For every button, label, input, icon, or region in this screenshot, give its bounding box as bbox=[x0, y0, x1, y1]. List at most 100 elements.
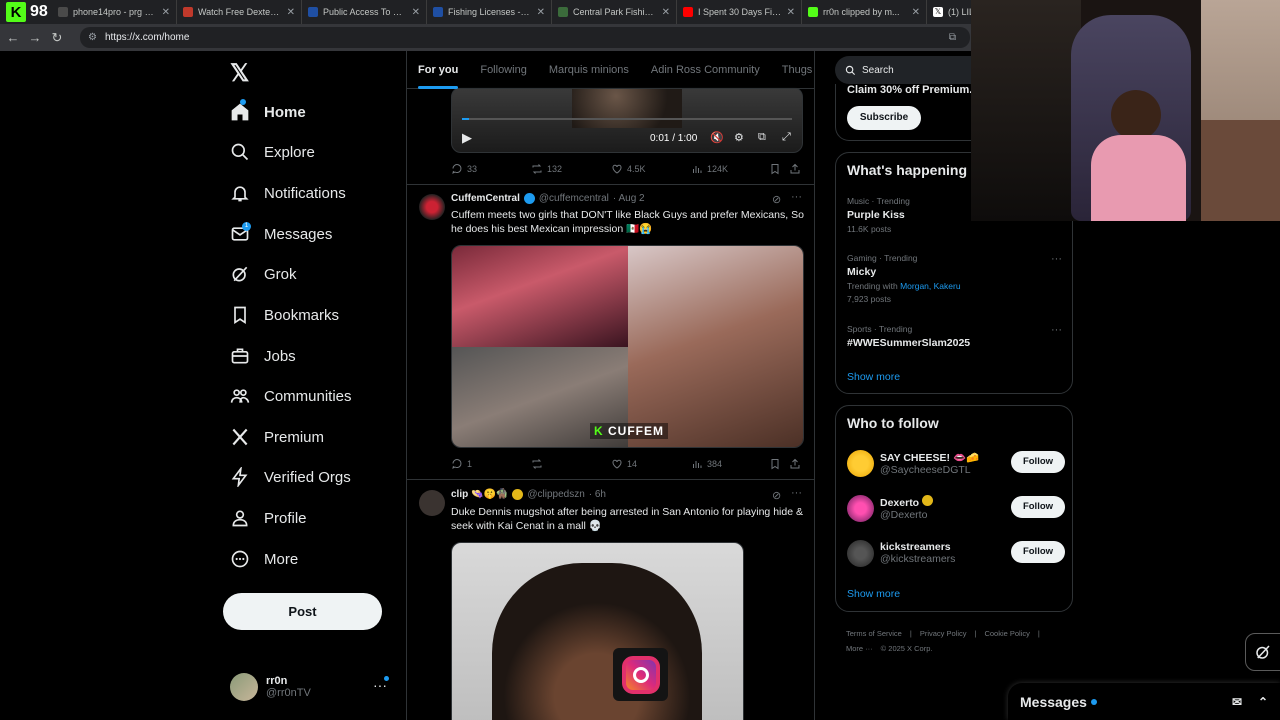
tab-close-icon[interactable]: ✕ bbox=[537, 7, 545, 18]
follow-button[interactable]: Follow bbox=[1011, 541, 1065, 563]
show-more-link[interactable]: Show more bbox=[847, 588, 900, 600]
repost-button[interactable]: 132 bbox=[531, 163, 611, 175]
trend-item[interactable]: Sports · Trending #WWESummerSlam2025 ··· bbox=[847, 324, 1062, 349]
url-field[interactable]: ⚙ https://x.com/home ⧉ bbox=[80, 27, 970, 48]
footer-more-link[interactable]: More ··· bbox=[846, 644, 873, 653]
subscribe-button[interactable]: Subscribe bbox=[847, 106, 921, 130]
reply-button[interactable]: 33 bbox=[451, 163, 531, 175]
tab-close-icon[interactable]: ✕ bbox=[787, 7, 795, 18]
follow-button[interactable]: Follow bbox=[1011, 496, 1065, 518]
search-placeholder: Search bbox=[862, 64, 894, 76]
tab-marquis-minions[interactable]: Marquis minions bbox=[538, 51, 640, 89]
nav-verified-orgs[interactable]: Verified Orgs bbox=[230, 460, 351, 494]
expand-icon[interactable]: ⌃ bbox=[1258, 695, 1268, 709]
tweet-time[interactable]: · 6h bbox=[589, 489, 606, 500]
more-dots-icon[interactable]: ··· bbox=[1051, 324, 1062, 336]
tab-close-icon[interactable]: ✕ bbox=[162, 7, 170, 18]
more-dots-icon[interactable]: ··· bbox=[791, 487, 802, 499]
account-switcher[interactable]: rr0n @rr0nTV ··· bbox=[230, 667, 395, 707]
browser-tab[interactable]: I Spent 30 Days Fishing... ✕ bbox=[677, 0, 802, 24]
nav-premium[interactable]: Premium bbox=[230, 420, 324, 454]
trend-with-links[interactable]: Morgan, Kakeru bbox=[900, 281, 960, 291]
video-player[interactable]: ▶ 0:01 / 1:00 🔇 ⚙ ⧉ ⤢ bbox=[451, 87, 803, 153]
nav-jobs[interactable]: Jobs bbox=[230, 339, 296, 373]
tab-for-you[interactable]: For you bbox=[407, 51, 469, 89]
browser-tab[interactable]: Watch Free Dexter HD ✕ bbox=[177, 0, 302, 24]
share-icon[interactable]: ⧉ bbox=[949, 32, 956, 43]
follow-suggestion[interactable]: kickstreamers @kickstreamers Follow bbox=[847, 537, 1065, 569]
tab-close-icon[interactable]: ✕ bbox=[912, 7, 920, 18]
tweet-video[interactable]: K CUFFEM bbox=[451, 245, 804, 448]
mute-icon[interactable]: 🔇 bbox=[710, 131, 724, 144]
reply-button[interactable]: 1 bbox=[451, 458, 531, 470]
nav-grok[interactable]: Grok bbox=[230, 257, 297, 291]
follow-button[interactable]: Follow bbox=[1011, 451, 1065, 473]
post-button[interactable]: Post bbox=[223, 593, 382, 630]
nav-home[interactable]: Home bbox=[230, 95, 306, 129]
terms-link[interactable]: Terms of Service bbox=[846, 629, 902, 638]
views-button[interactable]: 124K bbox=[691, 163, 769, 175]
video-progress-track[interactable] bbox=[462, 118, 792, 120]
tab-thugs[interactable]: Thugs NS bbox=[771, 51, 814, 89]
share-button[interactable] bbox=[789, 163, 801, 175]
bookmark-button[interactable] bbox=[769, 163, 789, 175]
suggestion-name: SAY CHEESE! 👄🧀 bbox=[880, 451, 980, 464]
reload-icon[interactable]: ↻ bbox=[46, 30, 68, 46]
nav-notifications[interactable]: Notifications bbox=[230, 176, 346, 210]
like-button[interactable]: 4.5K bbox=[611, 163, 691, 175]
browser-tab[interactable]: Fishing Licenses - NYS... ✕ bbox=[427, 0, 552, 24]
tab-adin-ross-community[interactable]: Adin Ross Community bbox=[640, 51, 771, 89]
follow-suggestion[interactable]: Dexerto @Dexerto Follow bbox=[847, 492, 1065, 524]
grok-icon[interactable]: ⊘ bbox=[772, 489, 781, 502]
more-dots-icon[interactable]: ··· bbox=[791, 191, 802, 203]
browser-tab[interactable]: phone14pro - prg co... ✕ bbox=[52, 0, 177, 24]
site-info-icon[interactable]: ⚙ bbox=[88, 32, 97, 43]
messages-drawer[interactable]: Messages ✉ ⌃ bbox=[1008, 683, 1280, 720]
fullscreen-icon[interactable]: ⤢ bbox=[782, 131, 791, 144]
nav-bookmarks[interactable]: Bookmarks bbox=[230, 298, 339, 332]
author-name[interactable]: clip 👒🤫🧌 bbox=[451, 489, 508, 500]
repost-button[interactable] bbox=[531, 458, 611, 470]
x-logo-icon[interactable]: 𝕏 bbox=[230, 59, 249, 88]
tweet-image[interactable] bbox=[451, 542, 744, 720]
share-button[interactable] bbox=[789, 458, 801, 470]
nav-profile[interactable]: Profile bbox=[230, 501, 307, 535]
tab-close-icon[interactable]: ✕ bbox=[412, 7, 420, 18]
back-arrow-icon[interactable]: ← bbox=[2, 30, 24, 45]
play-icon[interactable]: ▶ bbox=[462, 130, 472, 146]
search-input[interactable]: Search bbox=[835, 56, 985, 84]
new-message-icon[interactable]: ✉ bbox=[1232, 695, 1242, 709]
author-handle[interactable]: @cuffemcentral bbox=[539, 193, 609, 204]
bookmark-button[interactable] bbox=[769, 458, 789, 470]
nav-messages[interactable]: 1 Messages bbox=[230, 217, 332, 251]
browser-tab[interactable]: Central Park Fishing : N... ✕ bbox=[552, 0, 677, 24]
author-handle[interactable]: @clippedszn bbox=[527, 489, 584, 500]
forward-arrow-icon[interactable]: → bbox=[24, 30, 46, 45]
like-button[interactable]: 14 bbox=[611, 458, 691, 470]
people-icon bbox=[230, 389, 250, 403]
nav-label: Messages bbox=[264, 225, 333, 243]
views-button[interactable]: 384 bbox=[691, 458, 769, 470]
tab-close-icon[interactable]: ✕ bbox=[662, 7, 670, 18]
nav-explore[interactable]: Explore bbox=[230, 135, 315, 169]
tab-close-icon[interactable]: ✕ bbox=[287, 7, 295, 18]
settings-gear-icon[interactable]: ⚙ bbox=[734, 131, 744, 144]
grok-icon[interactable]: ⊘ bbox=[772, 193, 781, 206]
grok-floating-button[interactable] bbox=[1245, 633, 1280, 671]
trend-item[interactable]: Gaming · Trending Micky Trending with Mo… bbox=[847, 253, 1062, 304]
avatar[interactable] bbox=[419, 194, 445, 220]
privacy-link[interactable]: Privacy Policy bbox=[920, 629, 967, 638]
pip-icon[interactable]: ⧉ bbox=[758, 131, 766, 144]
author-name[interactable]: CuffemCentral bbox=[451, 193, 520, 204]
cookie-link[interactable]: Cookie Policy bbox=[984, 629, 1029, 638]
more-dots-icon[interactable]: ··· bbox=[1051, 253, 1062, 265]
browser-tab[interactable]: rr0n clipped by m... ✕ bbox=[802, 0, 927, 24]
tab-following[interactable]: Following bbox=[469, 51, 537, 89]
tweet-time[interactable]: · Aug 2 bbox=[613, 193, 645, 204]
nav-more[interactable]: More bbox=[230, 542, 298, 576]
browser-tab[interactable]: Public Access To New Y... ✕ bbox=[302, 0, 427, 24]
show-more-link[interactable]: Show more bbox=[847, 371, 900, 383]
avatar[interactable] bbox=[419, 490, 445, 516]
follow-suggestion[interactable]: SAY CHEESE! 👄🧀 @SaycheeseDGTL Follow bbox=[847, 447, 1065, 479]
nav-communities[interactable]: Communities bbox=[230, 379, 352, 413]
